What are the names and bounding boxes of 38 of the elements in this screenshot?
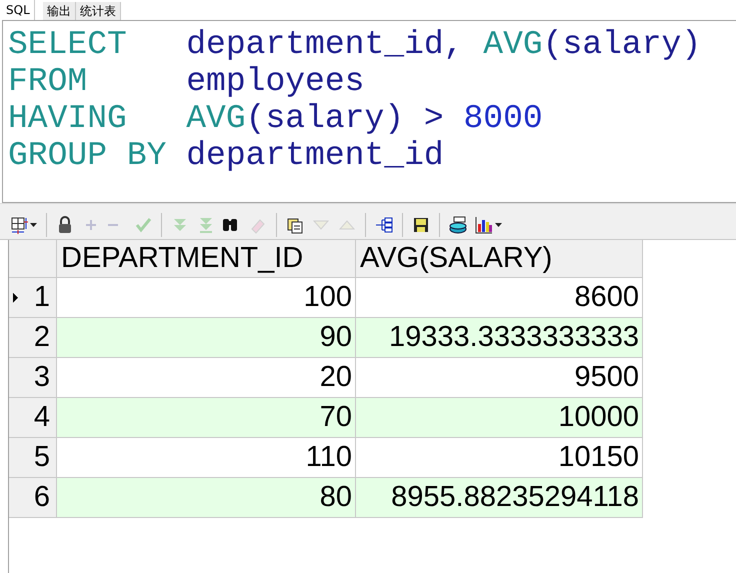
database-icon <box>449 216 467 234</box>
bar-chart-icon <box>475 216 493 234</box>
code-line: FROM employees <box>8 63 366 100</box>
row-header[interactable]: 3 <box>9 358 57 398</box>
column-header[interactable]: AVG(SALARY) <box>356 240 643 278</box>
code-line: SELECT department_id, AVG(salary) <box>8 26 702 63</box>
table-cell: 9500 <box>356 358 643 398</box>
table-cell: 19333.3333333333 <box>356 318 643 358</box>
tab[interactable]: 统计表 <box>76 2 121 20</box>
row-header[interactable]: 2 <box>9 318 57 358</box>
table-cell: 10150 <box>356 438 643 478</box>
table-cell: 110 <box>57 438 356 478</box>
tab[interactable]: 输出 <box>42 2 76 20</box>
code-line: HAVING AVG(salary) > 8000 <box>8 100 544 137</box>
table-cell: 8600 <box>356 278 643 318</box>
binoculars-icon <box>223 218 237 230</box>
tree-icon <box>375 216 393 234</box>
lock-icon <box>56 216 74 234</box>
table-cell: 10000 <box>356 398 643 438</box>
row-header[interactable]: 4 <box>9 398 57 438</box>
row-header[interactable]: 5 <box>9 438 57 478</box>
database-button[interactable] <box>447 214 469 236</box>
grid-icon <box>10 216 28 234</box>
minus-icon <box>108 224 118 226</box>
table-cell: 80 <box>57 478 356 518</box>
table-cell: 20 <box>57 358 356 398</box>
table-cell: 100 <box>57 278 356 318</box>
sql-editor[interactable]: SELECT department_id, AVG(salary) FROM employees HAVING AVG(salary) > 8000 GROUP BY department_id <box>2 20 736 203</box>
table-cell: 90 <box>57 318 356 358</box>
table-cell: 70 <box>57 398 356 438</box>
pages-icon <box>286 216 304 234</box>
code-line: GROUP BY department_id <box>8 137 445 174</box>
column-header[interactable]: DEPARTMENT_ID <box>57 240 356 278</box>
row-header[interactable]: 1 <box>9 278 57 318</box>
double-down-bar-icon <box>197 216 215 234</box>
row-header[interactable]: 6 <box>9 478 57 518</box>
check-icon <box>134 216 152 234</box>
table-cell: 8955.88235294118 <box>356 478 643 518</box>
